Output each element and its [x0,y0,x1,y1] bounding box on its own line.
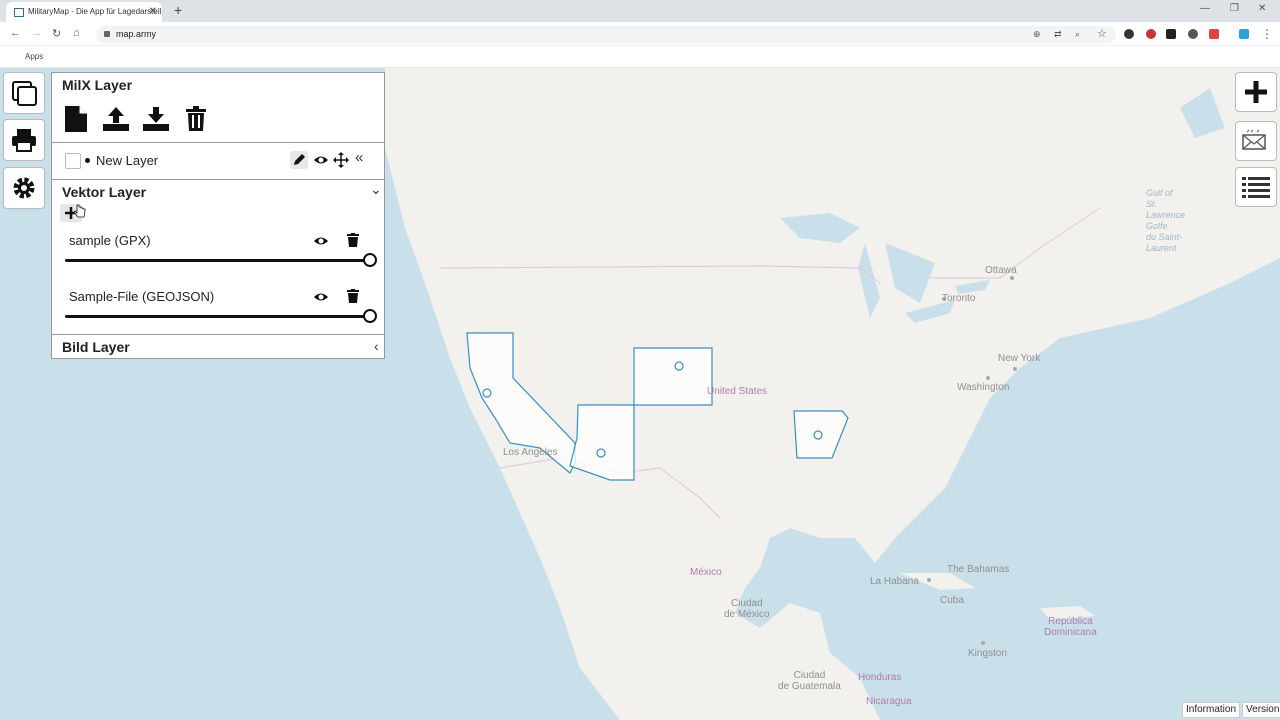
pencil-icon [294,154,305,165]
add-button[interactable] [1235,72,1277,112]
trash-icon[interactable] [185,106,207,132]
print-button[interactable] [3,119,45,161]
divider [52,179,384,180]
bookmarks-bar: Apps [0,46,1280,106]
restore-icon[interactable]: ❐ [1230,3,1239,14]
map-label-ciudad-guatemala: Ciudad de Guatemala [778,670,841,692]
divider [52,334,384,335]
extension-icon-4[interactable] [1188,29,1198,39]
map-label-honduras: Honduras [858,672,902,683]
home-icon[interactable]: ⌂ [73,27,80,39]
gear-icon [13,177,35,199]
window-close-icon[interactable]: ✕ [1258,3,1266,14]
translate-icon[interactable]: ⇄ [1054,29,1062,40]
layer-bullet [85,158,90,163]
opacity-slider-handle[interactable] [363,309,377,323]
layers-icon [12,81,37,106]
map-label-los-angeles: Los Angeles [503,447,558,458]
list-button[interactable] [1235,167,1277,207]
move-icon[interactable] [333,152,349,168]
map-label-washington: Washington [957,382,1010,393]
download-icon[interactable] [142,106,170,132]
layer-panel: MilX Layer New Layer « Vektor Layer ⌄ sa… [51,72,385,359]
colorado-polygon[interactable] [633,347,713,406]
chevron-left-icon[interactable]: ‹ [374,338,379,354]
vector-layer-name: Sample-File (GEOJSON) [69,289,215,304]
map-label-new-york: New York [998,353,1041,364]
information-button[interactable]: Information [1182,702,1241,718]
extension-icon-3[interactable] [1166,29,1176,39]
map-label-cuba: Cuba [940,595,964,606]
extension-icon-6[interactable] [1239,29,1249,39]
collapse-icon[interactable]: « [355,149,363,166]
bild-layer-title[interactable]: Bild Layer [62,339,130,355]
map-label-ottawa: Ottawa [985,265,1017,276]
new-layer-label[interactable]: New Layer [96,153,158,168]
location-icon[interactable]: ⊕ [1033,29,1041,40]
upload-icon[interactable] [102,106,130,132]
browser-menu-icon[interactable]: ⋮ [1261,27,1273,41]
new-layer-checkbox[interactable] [65,153,81,169]
tab-title: MilitaryMap - Die App für Lagedarstellun… [28,7,162,16]
vector-layer-name: sample (GPX) [69,233,151,248]
url-text: map.army [116,29,157,39]
new-file-icon[interactable] [64,105,88,133]
map-label-gulf: Gulf of St. Lawrence Golfe du Saint- Lau… [1146,188,1186,253]
hand-cursor-icon [74,204,86,218]
address-bar[interactable]: map.army [96,26,1116,43]
browser-tab[interactable]: MilitaryMap - Die App für Lagedarstellun… [6,2,162,22]
map-label-toronto: Toronto [942,293,976,304]
opacity-slider-handle[interactable] [363,253,377,267]
edit-layer-button[interactable] [290,151,308,169]
envelope-icon [1242,129,1266,150]
printer-icon [12,129,36,152]
arizona-polygon[interactable] [569,404,635,481]
plus-icon [1245,81,1267,103]
map-label-mexico: México [690,567,722,578]
map-label-bahamas: The Bahamas [947,564,1010,575]
opacity-slider-track[interactable] [65,315,369,318]
new-tab-button[interactable]: + [174,2,182,18]
reload-icon[interactable]: ↻ [52,27,61,40]
zoom-icon[interactable]: ⌕ [1075,29,1080,40]
map-label-ciudad-mexico: Ciudad de México [724,598,770,620]
map-label-republica-dominicana: República Dominicana [1044,616,1097,638]
extension-icon-2[interactable] [1146,29,1156,39]
trash-icon[interactable] [347,233,359,247]
milx-layer-title: MilX Layer [62,77,133,93]
map-label-united-states: United States [707,386,768,397]
eye-icon[interactable] [313,152,329,168]
forward-icon[interactable]: → [31,27,42,39]
version-button[interactable]: Version [1242,702,1280,718]
message-button[interactable] [1235,121,1277,161]
list-icon [1242,177,1270,198]
layers-button[interactable] [3,72,45,114]
vektor-layer-title[interactable]: Vektor Layer [62,184,146,200]
lock-icon [104,31,110,37]
map-label-nicaragua: Nicaragua [866,696,912,707]
back-icon[interactable]: ← [10,27,21,39]
map-label-la-habana: La Habana [870,576,919,587]
extension-icon-1[interactable] [1124,29,1134,39]
trash-icon[interactable] [347,289,359,303]
divider [52,142,384,143]
opacity-slider-track[interactable] [65,259,369,262]
close-tab-icon[interactable]: ✕ [149,2,157,22]
map-label-kingston: Kingston [968,648,1007,659]
eye-icon[interactable] [313,289,329,305]
extension-icon-5[interactable] [1209,29,1219,39]
apps-bookmark[interactable]: Apps [25,52,43,61]
minimize-icon[interactable]: — [1200,3,1210,14]
bookmark-star-icon[interactable]: ☆ [1097,27,1107,40]
browser-tab-bar [0,0,1280,22]
chevron-down-icon[interactable]: ⌄ [370,181,382,198]
settings-button[interactable] [3,167,45,209]
map-footer: Information Version [1182,702,1280,718]
map-favicon-icon [14,8,24,17]
eye-icon[interactable] [313,233,329,249]
